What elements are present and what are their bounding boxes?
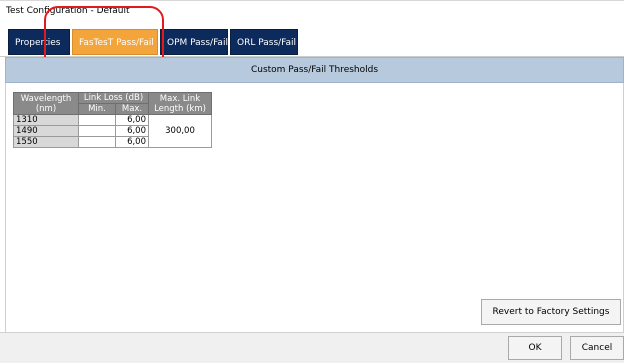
thresholds-table: Wavelength (nm) Link Loss (dB) Max. Link… [13, 92, 212, 148]
window-titlebar: Test Configuration - Default [0, 0, 624, 20]
max-link-length-cell[interactable]: 300,00 [148, 114, 212, 148]
tab-strip: Properties FasTesT Pass/Fail OPM Pass/Fa… [0, 20, 624, 57]
cancel-button[interactable]: Cancel [570, 336, 624, 360]
max-loss-cell[interactable]: 6,00 [115, 114, 149, 126]
max-loss-cell[interactable]: 6,00 [115, 125, 149, 137]
min-loss-cell[interactable] [78, 114, 116, 126]
tab-properties[interactable]: Properties [8, 29, 70, 55]
table-row: 1310 6,00 300,00 [13, 114, 212, 148]
max-loss-cell[interactable]: 6,00 [115, 136, 149, 148]
header-max: Max. [115, 103, 149, 115]
thresholds-panel: Wavelength (nm) Link Loss (dB) Max. Link… [5, 83, 624, 332]
tab-orl-pass-fail[interactable]: ORL Pass/Fail [230, 29, 298, 55]
tab-opm-pass-fail[interactable]: OPM Pass/Fail [160, 29, 228, 55]
min-loss-cell[interactable] [78, 136, 116, 148]
wavelength-cell: 1310 [13, 114, 79, 126]
header-link-loss: Link Loss (dB) [78, 92, 149, 104]
revert-to-factory-settings-button[interactable]: Revert to Factory Settings [481, 299, 621, 325]
section-header: Custom Pass/Fail Thresholds [5, 57, 624, 83]
header-wavelength: Wavelength (nm) [13, 92, 79, 115]
window-title: Test Configuration - Default [6, 6, 130, 16]
wavelength-cell: 1550 [13, 136, 79, 148]
ok-button[interactable]: OK [508, 336, 562, 360]
tab-fastest-pass-fail[interactable]: FasTesT Pass/Fail [72, 29, 158, 55]
header-min: Min. [78, 103, 116, 115]
wavelength-cell: 1490 [13, 125, 79, 137]
min-loss-cell[interactable] [78, 125, 116, 137]
header-max-link-length: Max. Link Length (km) [148, 92, 212, 115]
